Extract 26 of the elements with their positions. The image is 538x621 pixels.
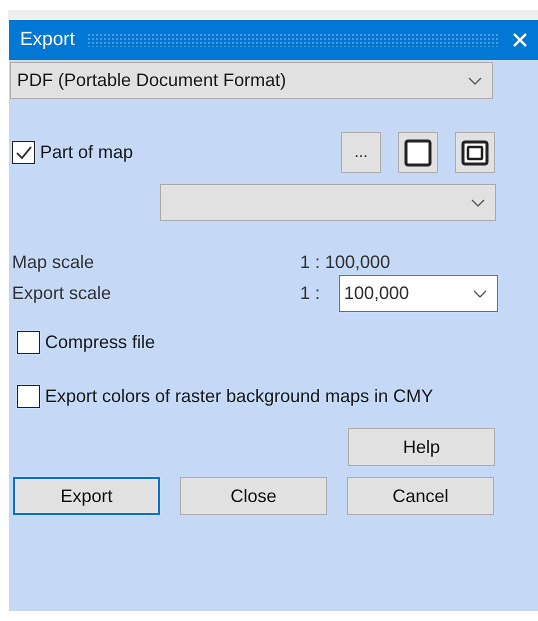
browse-button[interactable]: ... [341, 132, 381, 173]
dialog-button[interactable]: Cancel [347, 477, 494, 515]
window-title: Export [20, 29, 75, 51]
checkbox-label: Part of map [40, 142, 134, 163]
checkbox[interactable] [17, 331, 40, 354]
dialog-button[interactable]: Export [13, 477, 160, 515]
scale-prefix: 1 : [300, 283, 322, 304]
chevron-down-icon [471, 198, 485, 206]
checkbox-label: Compress file [45, 332, 156, 353]
chevron-down-icon [468, 76, 482, 84]
checkbox[interactable] [17, 385, 40, 408]
help-button[interactable]: Help [348, 428, 495, 466]
square-icon [404, 138, 432, 166]
frame-button[interactable] [398, 132, 438, 173]
chevron-down-icon [473, 290, 487, 298]
checkbox-label: Export colors of raster background maps in CMY [45, 386, 434, 407]
field-label: Export scale [12, 283, 112, 304]
scale-dropdown[interactable]: 100,000 [339, 275, 498, 312]
checkbox[interactable] [12, 141, 35, 164]
scale-value: 1 : 100,000 [300, 252, 390, 273]
dialog-button[interactable]: Close [180, 477, 327, 515]
double-frame-button[interactable] [455, 132, 495, 173]
double-square-icon [461, 138, 489, 166]
format-dropdown[interactable]: PDF (Portable Document Format) [10, 62, 493, 99]
close-icon[interactable] [512, 32, 528, 48]
field-label: Map scale [12, 252, 96, 273]
